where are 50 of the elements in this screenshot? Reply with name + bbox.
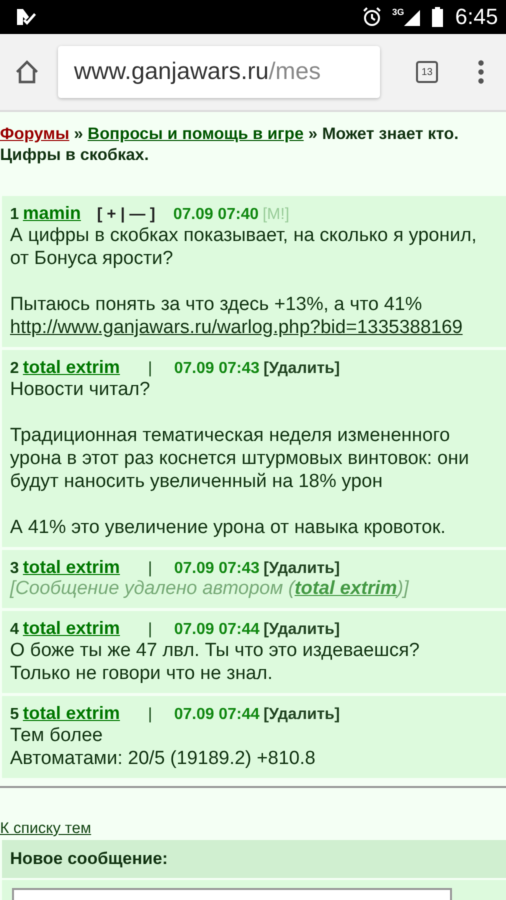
post-date: 07.09 07:43 xyxy=(174,560,260,578)
address-bar[interactable]: www.ganjawars.ru/mes xyxy=(58,46,380,98)
message-text: Автоматами: 20/5 (19189.2) +810.8 xyxy=(10,747,316,770)
separator: | xyxy=(148,621,152,639)
post-number: 1 xyxy=(10,206,19,224)
deleted-notice: [Сообщение удалено автором (total extrim)] xyxy=(10,578,410,600)
separator: | xyxy=(148,360,152,378)
message-text: Новости читал? xyxy=(10,378,152,401)
post-number: 2 xyxy=(10,360,19,378)
forums-link[interactable]: Форумы xyxy=(0,125,70,143)
notification-check-icon xyxy=(16,8,36,26)
post-action-link[interactable]: [Удалить] xyxy=(264,706,340,724)
alarm-icon xyxy=(362,7,382,27)
post-date: 07.09 07:40 xyxy=(173,206,259,224)
section-link[interactable]: Вопросы и помощь в игре xyxy=(88,125,304,143)
battery-icon xyxy=(432,7,444,27)
message-text: Только не говори что не знал. xyxy=(10,662,274,685)
message-text: О боже ты же 47 лвл. Ты что это издеваешся? xyxy=(10,639,421,662)
author-link[interactable]: total extrim xyxy=(22,557,120,578)
post-number: 3 xyxy=(10,560,19,578)
post-date: 07.09 07:43 xyxy=(174,360,260,378)
breadcrumb: Форумы » Вопросы и помощь в игре » Может знает кто. Цифры в скобках. xyxy=(0,124,460,166)
message-text: А цифры в скобках показывает, на сколько я уронил, от Бонуса ярости? xyxy=(10,224,478,270)
author-link[interactable]: mamin xyxy=(22,203,81,224)
home-icon[interactable] xyxy=(14,59,40,85)
separator: | xyxy=(148,560,152,578)
post-action-link[interactable]: [Удалить] xyxy=(264,360,340,378)
tab-count-button[interactable]: 13 xyxy=(416,61,438,83)
more-menu-icon[interactable] xyxy=(478,60,484,84)
post-action-link[interactable]: [Удалить] xyxy=(264,560,340,578)
network-type: 3G xyxy=(392,7,404,17)
post-date: 07.09 07:44 xyxy=(174,706,260,724)
message-text: А 41% это увеличение урона от навыка кровоток. xyxy=(10,516,447,539)
author-link[interactable]: total extrim xyxy=(22,703,120,724)
log-link[interactable]: http://www.ganjawars.ru/warlog.php?bid=1335388169 xyxy=(10,316,478,339)
message-text: Пытаюсь понять за что здесь +13%, а что 41% xyxy=(10,293,424,316)
post-action-link[interactable]: [Удалить] xyxy=(264,621,340,639)
rating-controls[interactable]: [ + | — ] xyxy=(96,206,156,224)
post-number: 5 xyxy=(10,706,19,724)
topic-list-link[interactable]: К списку тем xyxy=(0,820,92,838)
author-link[interactable]: total extrim xyxy=(22,618,120,639)
author-link[interactable]: total extrim xyxy=(22,357,120,378)
message-text: Традиционная тематическая неделя измененного урона в этот раз коснется штурмовых винтовок: они будут наносить увеличенный на 18% урон xyxy=(10,424,470,493)
signal-icon xyxy=(404,8,420,26)
post-date: 07.09 07:44 xyxy=(174,621,260,639)
post-number: 4 xyxy=(10,621,19,639)
clock: 6:45 xyxy=(455,4,498,30)
message-text: Тем более xyxy=(10,724,104,747)
separator: | xyxy=(148,706,152,724)
new-message-heading: Новое сообщение: xyxy=(2,840,506,878)
